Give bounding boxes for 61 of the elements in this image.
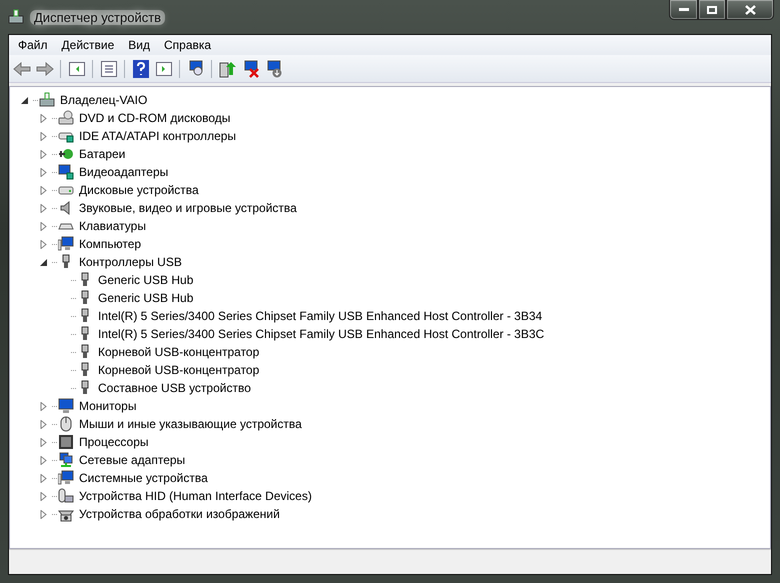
menu-item[interactable]: Вид [121,38,157,52]
tree-item[interactable]: Контроллеры USB [77,255,184,269]
expand-arrow-icon[interactable] [39,474,48,482]
tree-item[interactable]: Владелец-VAIO [58,93,150,107]
maximize-icon [707,6,717,14]
tree-item[interactable]: Дисковые устройства [77,183,201,197]
tree-item[interactable]: Системные устройства [77,471,210,485]
tree-item[interactable]: Корневой USB-концентратор [96,363,262,377]
tree-item[interactable]: Generic USB Hub [96,291,196,305]
tree-item[interactable]: Корневой USB-концентратор [96,345,262,359]
expand-arrow-icon[interactable] [39,438,48,446]
tree-item[interactable]: Звуковые, видео и игровые устройства [77,201,299,215]
expand-arrow-icon[interactable] [39,114,48,122]
tree-item[interactable]: Мониторы [77,399,138,413]
expand-arrow-icon[interactable] [39,402,48,410]
expand-arrow-icon[interactable] [39,420,48,428]
tree-item[interactable]: Мыши и иные указывающие устройства [77,417,304,431]
collapse-arrow-icon[interactable] [20,96,29,104]
maximize-button[interactable] [698,0,726,20]
tree-item[interactable]: Intel(R) 5 Series/3400 Series Chipset Family USB Enhanced Host Controller - 3B34 [96,309,544,323]
battery-icon [58,146,74,162]
device-manager-icon [8,9,24,25]
tree-item[interactable]: Компьютер [77,237,144,251]
minimize-button[interactable] [669,0,698,20]
expand-arrow-icon[interactable] [39,222,48,230]
menu-item[interactable]: Справка [157,38,218,52]
processor-icon [58,434,74,450]
expand-arrow-icon[interactable] [39,510,48,518]
expand-arrow-icon[interactable] [39,150,48,158]
expand-arrow-icon[interactable] [39,240,48,248]
display-adapter-icon [58,164,74,180]
menu-item[interactable]: Файл [11,38,55,52]
tree-item[interactable]: Сетевые адаптеры [77,453,188,467]
computer-icon [39,92,55,108]
close-button[interactable] [726,0,774,20]
tree-item[interactable]: Устройства обработки изображений [77,507,282,521]
tree-item[interactable]: Видеоадаптеры [77,165,170,179]
minimize-icon [678,8,688,12]
tree-item[interactable]: Составное USB устройство [96,381,253,395]
hid-device-icon [58,488,74,504]
tree-item[interactable]: Батареи [77,147,128,161]
expand-arrow-icon[interactable] [39,492,48,500]
expand-arrow-icon[interactable] [39,132,48,140]
tree-item[interactable]: Клавиатуры [77,219,148,233]
network-icon [58,452,74,468]
tree-item[interactable]: Устройства HID (Human Interface Devices) [77,489,314,503]
expand-arrow-icon[interactable] [39,204,48,212]
tree-item[interactable]: DVD и CD-ROM дисководы [77,111,232,125]
expand-arrow-icon[interactable] [39,456,48,464]
tree-item[interactable]: Generic USB Hub [96,273,196,287]
tree-item[interactable]: Intel(R) 5 Series/3400 Series Chipset Family USB Enhanced Host Controller - 3B3C [96,327,546,341]
collapse-arrow-icon[interactable] [39,258,48,266]
mouse-icon [58,416,74,432]
tree-item[interactable]: IDE ATA/ATAPI контроллеры [77,129,238,143]
help-button[interactable] [130,58,151,79]
menu-item[interactable]: Действие [54,38,122,52]
properties-button[interactable] [98,58,119,79]
tree-item[interactable]: Процессоры [77,435,150,449]
close-icon [744,4,756,14]
expand-arrow-icon[interactable] [39,186,48,194]
expand-arrow-icon[interactable] [39,168,48,176]
